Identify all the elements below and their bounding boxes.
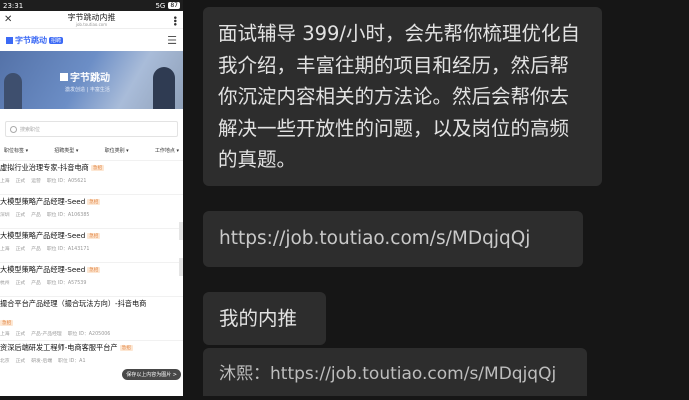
scroll-handle[interactable] xyxy=(179,222,183,240)
page-title: 字节跳动内推 job.toutiao.com xyxy=(0,13,183,27)
chat-message-link[interactable]: https://job.toutiao.com/s/MDqjqQj xyxy=(203,211,583,267)
job-id: 职位 ID：A1 xyxy=(58,359,86,364)
banner-slogan-left: 激发创造 xyxy=(65,87,86,93)
filter-tag[interactable]: 职位标签 ▾ xyxy=(4,147,28,154)
signal-label: 5G xyxy=(155,1,166,10)
job-title: 撮合平台产品经理（撮合玩法方向）-抖音电商 xyxy=(0,299,147,308)
job-category: 产品 xyxy=(31,281,41,286)
job-id: 职位 ID：A106385 xyxy=(46,213,90,218)
urgent-badge: 急招 xyxy=(0,320,14,326)
search-placeholder: 搜索职位 xyxy=(20,126,41,133)
list-item[interactable]: 大模型策略产品经理-Seed 急招 深圳 正式 产品 职位 ID：A106385 xyxy=(0,194,183,228)
brand-bar: 字节跳动 招聘 ☰ xyxy=(0,29,183,51)
job-category: 产品 xyxy=(31,247,41,252)
job-search-input[interactable]: 搜索职位 xyxy=(5,121,178,137)
job-title: 大模型策略产品经理-Seed xyxy=(0,197,86,206)
logo-text: 字节跳动 xyxy=(15,35,47,45)
logo-mark-icon xyxy=(6,36,13,44)
page-title-text: 字节跳动内推 xyxy=(67,13,116,22)
job-type: 正式 xyxy=(15,213,26,218)
browser-navbar: ✕ 字节跳动内推 job.toutiao.com ••• xyxy=(0,11,183,29)
job-city: 深圳 xyxy=(0,213,10,218)
filter-category[interactable]: 职位类别 ▾ xyxy=(105,147,129,154)
search-icon xyxy=(10,125,17,133)
filter-location[interactable]: 工作地点 ▾ xyxy=(155,147,179,154)
job-city: 杭州 xyxy=(0,281,10,286)
filter-recruit-type[interactable]: 招聘类型 ▾ xyxy=(54,147,78,154)
save-as-image-button[interactable]: 保存以上内容为图片 > xyxy=(122,369,181,380)
job-city: 上海 xyxy=(0,332,10,337)
chat-message[interactable]: 面试辅导 399/小时，会先帮你梳理优化自我介绍，丰富往期的项目和经历，然后帮你… xyxy=(203,7,602,186)
banner-logo: 字节跳动 xyxy=(60,69,110,84)
job-city: 上海 xyxy=(0,247,10,252)
job-id: 职位 ID：A143171 xyxy=(46,247,90,252)
list-item[interactable]: 撮合平台产品经理（撮合玩法方向）-抖音电商 急招 上海 正式 产品-产品经理 职位 I… xyxy=(0,296,183,340)
chat-message[interactable]: 我的内推 xyxy=(203,292,326,345)
chat-message-link[interactable]: 沐熙：https://job.toutiao.com/s/MDqjqQj xyxy=(203,348,587,396)
job-id: 职位 ID：A05621 xyxy=(46,179,87,184)
job-title: 大模型策略产品经理-Seed xyxy=(0,265,86,274)
job-type: 正式 xyxy=(15,332,26,337)
list-item[interactable]: 大模型策略产品经理-Seed 急招 杭州 正式 产品 职位 ID：A57539 xyxy=(0,262,183,296)
urgent-badge: 急招 xyxy=(119,345,133,351)
urgent-badge: 急招 xyxy=(87,267,101,273)
job-city: 上海 xyxy=(0,179,10,184)
job-list: 虚拟行业治理专家-抖音电商 急招 上海 正式 运营 职位 ID：A05621 大模型策略… xyxy=(0,160,183,374)
banner-slogan: 激发创造 | 丰富生活 xyxy=(65,87,110,93)
job-city: 北京 xyxy=(0,359,10,364)
job-category: 运营 xyxy=(31,179,41,184)
job-title: 大模型策略产品经理-Seed xyxy=(0,231,86,240)
job-id: 职位 ID：A205006 xyxy=(67,332,111,337)
filter-bar: 职位标签 ▾ 招聘类型 ▾ 职位类别 ▾ 工作地点 ▾ xyxy=(0,147,183,154)
banner-logo-icon xyxy=(60,72,68,81)
job-category: 产品-产品经理 xyxy=(31,332,62,337)
job-title: 虚拟行业治理专家-抖音电商 xyxy=(0,163,89,172)
phone-screenshot[interactable]: 23:31 5G 87 ✕ 字节跳动内推 job.toutiao.com •••… xyxy=(0,0,183,396)
banner-slogan-right: 丰富生活 xyxy=(89,87,110,93)
job-category: 产品 xyxy=(31,213,41,218)
job-type: 正式 xyxy=(15,281,26,286)
hero-banner: 字节跳动 激发创造 | 丰富生活 xyxy=(0,51,183,109)
banner-person-left xyxy=(4,73,22,109)
battery-badge: 87 xyxy=(168,2,180,9)
urgent-badge: 急招 xyxy=(90,165,105,171)
list-item[interactable]: 大模型策略产品经理-Seed 急招 上海 正式 产品 职位 ID：A143171 xyxy=(0,228,183,262)
bytedance-logo[interactable]: 字节跳动 招聘 xyxy=(6,35,64,46)
status-time: 23:31 xyxy=(3,1,24,10)
job-title: 资深后端研发工程师-电商客服平台产 xyxy=(0,343,118,352)
hamburger-icon[interactable]: ☰ xyxy=(167,34,177,47)
status-bar: 23:31 5G 87 xyxy=(0,0,183,11)
job-type: 正式 xyxy=(15,179,26,184)
urgent-badge: 急招 xyxy=(87,233,101,239)
list-item[interactable]: 虚拟行业治理专家-抖音电商 急招 上海 正式 运营 职位 ID：A05621 xyxy=(0,160,183,194)
job-category: 研发-后端 xyxy=(31,359,53,364)
job-id: 职位 ID：A57539 xyxy=(46,281,87,286)
urgent-badge: 急招 xyxy=(87,199,101,205)
banner-person-right xyxy=(153,67,175,109)
scroll-handle[interactable] xyxy=(179,258,183,276)
recruit-badge: 招聘 xyxy=(49,36,64,44)
page-url: job.toutiao.com xyxy=(75,22,108,27)
job-type: 正式 xyxy=(15,359,26,364)
job-type: 正式 xyxy=(15,247,26,252)
banner-logo-text: 字节跳动 xyxy=(70,73,110,84)
